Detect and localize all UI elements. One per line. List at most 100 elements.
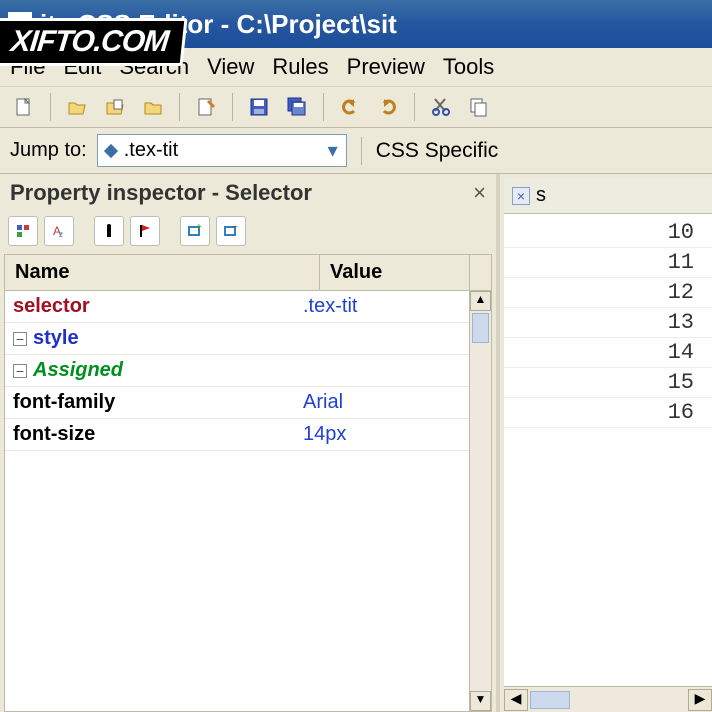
folder-doc-icon <box>105 97 125 117</box>
insp-tool-5[interactable]: + <box>180 216 210 246</box>
menu-rules[interactable]: Rules <box>272 54 328 80</box>
redo-icon <box>378 97 398 117</box>
css-spec-label[interactable]: CSS Specific <box>376 139 499 163</box>
col-name[interactable]: Name <box>5 255 319 290</box>
prop-font-size-label: font-size <box>13 423 95 446</box>
scroll-right-button[interactable]: ▶ <box>688 689 712 711</box>
menu-tools[interactable]: Tools <box>443 54 494 80</box>
prop-style-label: style <box>33 327 79 350</box>
toolbar-separator <box>50 93 51 121</box>
toolbar-separator <box>414 93 415 121</box>
open-project-button[interactable] <box>99 91 131 123</box>
remove-rule-icon: − <box>223 223 239 239</box>
table-row[interactable]: font-size 14px <box>5 419 469 451</box>
insp-tool-2[interactable]: Az <box>44 216 74 246</box>
insp-tool-6[interactable]: − <box>216 216 246 246</box>
prop-selector-label: selector <box>13 295 90 318</box>
tab-close-icon[interactable]: × <box>512 187 530 205</box>
insp-tool-3[interactable] <box>94 216 124 246</box>
prop-selector-value[interactable]: .tex-tit <box>299 295 469 318</box>
prop-assigned-label: Assigned <box>33 359 123 382</box>
folder-icon <box>143 97 163 117</box>
jump-value: .tex-tit <box>124 139 178 162</box>
menu-preview[interactable]: Preview <box>347 54 425 80</box>
chevron-down-icon: ▾ <box>328 138 338 163</box>
collapse-icon[interactable]: − <box>13 332 27 346</box>
info-icon <box>101 223 117 239</box>
inspector-toolbar: Az + − <box>0 212 496 254</box>
svg-text:+: + <box>196 223 202 233</box>
jump-selector-dropdown[interactable]: .tex-tit ▾ <box>97 134 347 167</box>
app-window: XIFTO.COM ite CSS Editor - C:\Project\si… <box>0 0 712 712</box>
line-gutter: 10 11 12 13 14 15 16 <box>504 214 712 686</box>
line-number: 15 <box>504 368 712 398</box>
jump-bar: Jump to: .tex-tit ▾ CSS Specific <box>0 128 712 174</box>
jump-label: Jump to: <box>10 139 87 162</box>
line-number: 10 <box>504 218 712 248</box>
scroll-up-button[interactable]: ▲ <box>470 291 491 311</box>
code-tab[interactable]: × s <box>504 178 712 214</box>
new-file-button[interactable] <box>8 91 40 123</box>
hscroll-thumb[interactable] <box>530 691 570 709</box>
line-number: 11 <box>504 248 712 278</box>
scroll-thumb[interactable] <box>472 313 489 343</box>
panel-close-button[interactable]: × <box>473 180 486 206</box>
code-pane: × s 10 11 12 13 14 15 16 ◀ ▶ <box>504 178 712 712</box>
table-row[interactable]: selector .tex-tit <box>5 291 469 323</box>
scroll-left-button[interactable]: ◀ <box>504 689 528 711</box>
vscrollbar[interactable]: ▲ ▼ <box>469 291 491 711</box>
save-icon <box>249 97 269 117</box>
panel-title: Property inspector - Selector <box>10 180 312 206</box>
selector-icon <box>104 143 118 157</box>
main-toolbar <box>0 87 712 128</box>
insp-tool-1[interactable] <box>8 216 38 246</box>
property-inspector-panel: Property inspector - Selector × Az + − N… <box>0 174 500 712</box>
line-number: 16 <box>504 398 712 428</box>
open-file-button[interactable] <box>61 91 93 123</box>
scroll-down-button[interactable]: ▼ <box>470 691 491 711</box>
hscrollbar[interactable]: ◀ ▶ <box>504 686 712 712</box>
table-row[interactable]: −Assigned <box>5 355 469 387</box>
prop-font-family-value[interactable]: Arial <box>299 391 469 414</box>
save-all-button[interactable] <box>281 91 313 123</box>
property-table: Name Value selector .tex-tit −style <box>4 254 492 712</box>
redo-button[interactable] <box>372 91 404 123</box>
undo-button[interactable] <box>334 91 366 123</box>
undo-icon <box>340 97 360 117</box>
copy-icon <box>469 97 489 117</box>
watermark: XIFTO.COM <box>0 18 188 66</box>
menu-view[interactable]: View <box>207 54 254 80</box>
save-all-icon <box>287 97 307 117</box>
edit-doc-icon <box>196 97 216 117</box>
alphabetic-icon: Az <box>51 223 67 239</box>
prop-font-size-value[interactable]: 14px <box>299 423 469 446</box>
insp-tool-4[interactable] <box>130 216 160 246</box>
cut-icon <box>431 97 451 117</box>
col-value[interactable]: Value <box>319 255 469 290</box>
toolbar-separator <box>179 93 180 121</box>
svg-text:z: z <box>59 230 63 239</box>
categorize-icon <box>15 223 31 239</box>
col-scroll-header <box>469 255 491 290</box>
edit-doc-button[interactable] <box>190 91 222 123</box>
toolbar-separator <box>361 137 362 165</box>
add-rule-icon: + <box>187 223 203 239</box>
save-button[interactable] <box>243 91 275 123</box>
prop-font-family-label: font-family <box>13 391 115 414</box>
table-header: Name Value <box>5 255 491 291</box>
new-file-icon <box>14 97 34 117</box>
toolbar-separator <box>323 93 324 121</box>
line-number: 13 <box>504 308 712 338</box>
flag-icon <box>137 223 153 239</box>
folder-open-icon <box>67 97 87 117</box>
table-body: selector .tex-tit −style −Assigned f <box>5 291 469 711</box>
collapse-icon[interactable]: − <box>13 364 27 378</box>
copy-button[interactable] <box>463 91 495 123</box>
panel-header: Property inspector - Selector × <box>0 174 496 212</box>
open-folder-button[interactable] <box>137 91 169 123</box>
line-number: 14 <box>504 338 712 368</box>
main-area: Property inspector - Selector × Az + − N… <box>0 174 712 712</box>
table-row[interactable]: font-family Arial <box>5 387 469 419</box>
table-row[interactable]: −style <box>5 323 469 355</box>
cut-button[interactable] <box>425 91 457 123</box>
